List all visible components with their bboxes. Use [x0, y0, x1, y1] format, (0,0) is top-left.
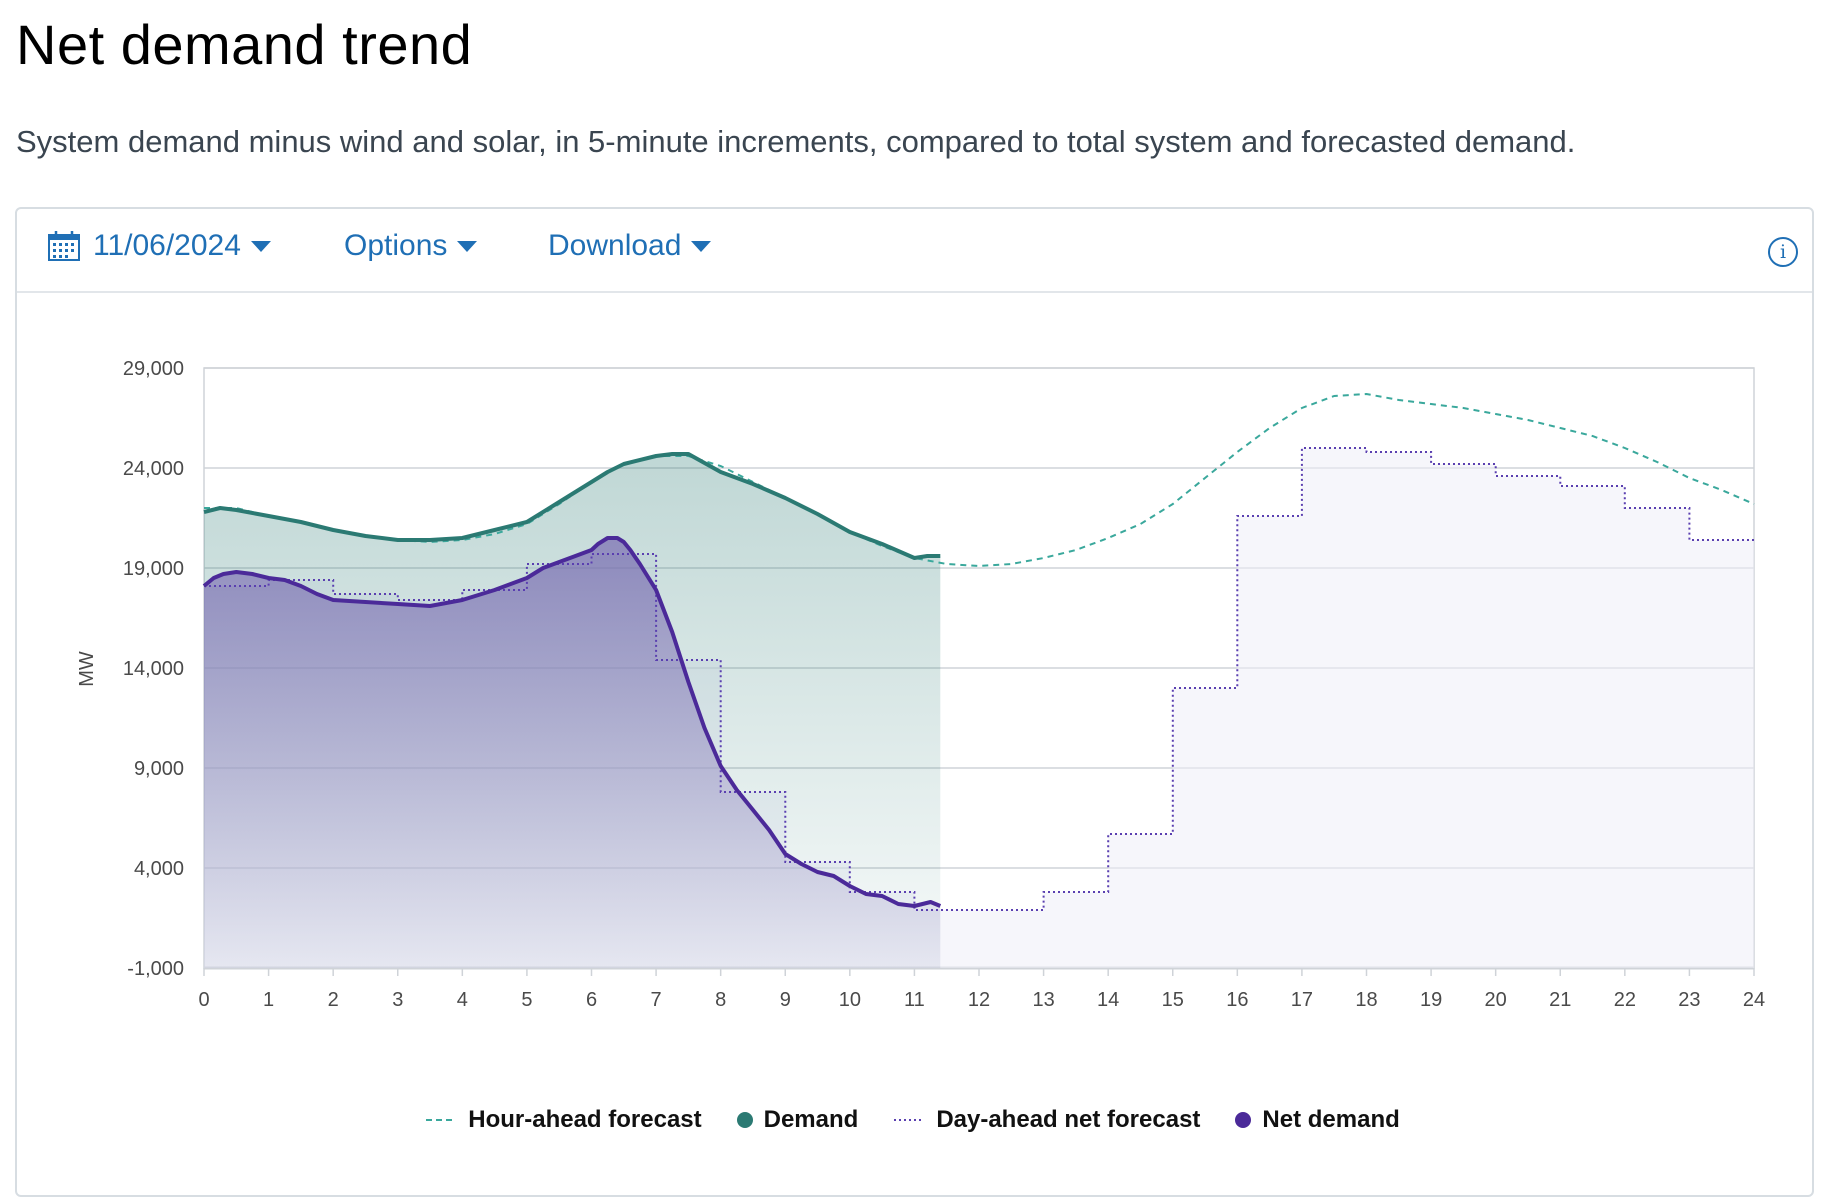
x-tick-label: 2 — [328, 989, 339, 1011]
y-tick-label: 9,000 — [134, 758, 184, 780]
x-tick-label: 6 — [586, 989, 597, 1011]
legend-label: Net demand — [1262, 1106, 1400, 1133]
chart-areas — [204, 448, 1754, 968]
x-tick-label: 24 — [1743, 989, 1765, 1011]
chart-legend: Hour-ahead forecast Demand Day-ahead net… — [0, 1106, 1824, 1134]
x-tick-label: 20 — [1485, 989, 1507, 1011]
y-tick-label: 4,000 — [134, 858, 184, 880]
y-tick-label: 24,000 — [123, 458, 184, 480]
x-tick-label: 0 — [198, 989, 209, 1011]
net-demand-chart: -1,000 4,000 9,000 14,000 19,000 24,000 29,000… — [76, 358, 1765, 1011]
dot-icon — [1235, 1112, 1252, 1128]
x-tick-label: 19 — [1420, 989, 1442, 1011]
x-tick-label: 14 — [1097, 989, 1119, 1011]
x-tick-label: 16 — [1226, 989, 1248, 1011]
dashed-line-icon — [426, 1119, 457, 1121]
x-tick-label: 13 — [1032, 989, 1054, 1011]
x-tick-label: 23 — [1678, 989, 1700, 1011]
dotted-line-icon — [894, 1119, 925, 1121]
y-axis-title: MW — [76, 651, 98, 687]
x-tick-label: 21 — [1549, 989, 1571, 1011]
dot-icon — [736, 1112, 753, 1128]
x-tick-label: 3 — [392, 989, 403, 1011]
x-tick-label: 4 — [457, 989, 468, 1011]
x-tick-label: 15 — [1162, 989, 1184, 1011]
x-tick-label: 9 — [780, 989, 791, 1011]
y-tick-label: -1,000 — [127, 958, 184, 980]
x-tick-label: 22 — [1614, 989, 1636, 1011]
x-tick-label: 5 — [521, 989, 532, 1011]
legend-item-day-ahead-net-forecast[interactable]: Day-ahead net forecast — [892, 1106, 1200, 1134]
y-tick-label: 14,000 — [123, 658, 184, 680]
x-tick-label: 17 — [1291, 989, 1313, 1011]
legend-label: Hour-ahead forecast — [468, 1106, 702, 1133]
x-tick-label: 1 — [263, 989, 274, 1011]
x-tick-label: 12 — [968, 989, 990, 1011]
y-tick-label: 19,000 — [123, 558, 184, 580]
legend-label: Day-ahead net forecast — [936, 1106, 1201, 1133]
x-tick-label: 11 — [904, 989, 925, 1011]
x-tick-label: 8 — [715, 989, 726, 1011]
legend-item-hour-ahead-forecast[interactable]: Hour-ahead forecast — [424, 1106, 702, 1134]
legend-item-net-demand[interactable]: Net demand — [1234, 1106, 1400, 1134]
x-tick-label: 18 — [1355, 989, 1377, 1011]
legend-item-demand[interactable]: Demand — [736, 1106, 859, 1134]
legend-label: Demand — [763, 1106, 859, 1133]
x-tick-label: 10 — [839, 989, 861, 1011]
y-tick-label: 29,000 — [123, 358, 184, 380]
x-tick-label: 7 — [651, 989, 662, 1011]
